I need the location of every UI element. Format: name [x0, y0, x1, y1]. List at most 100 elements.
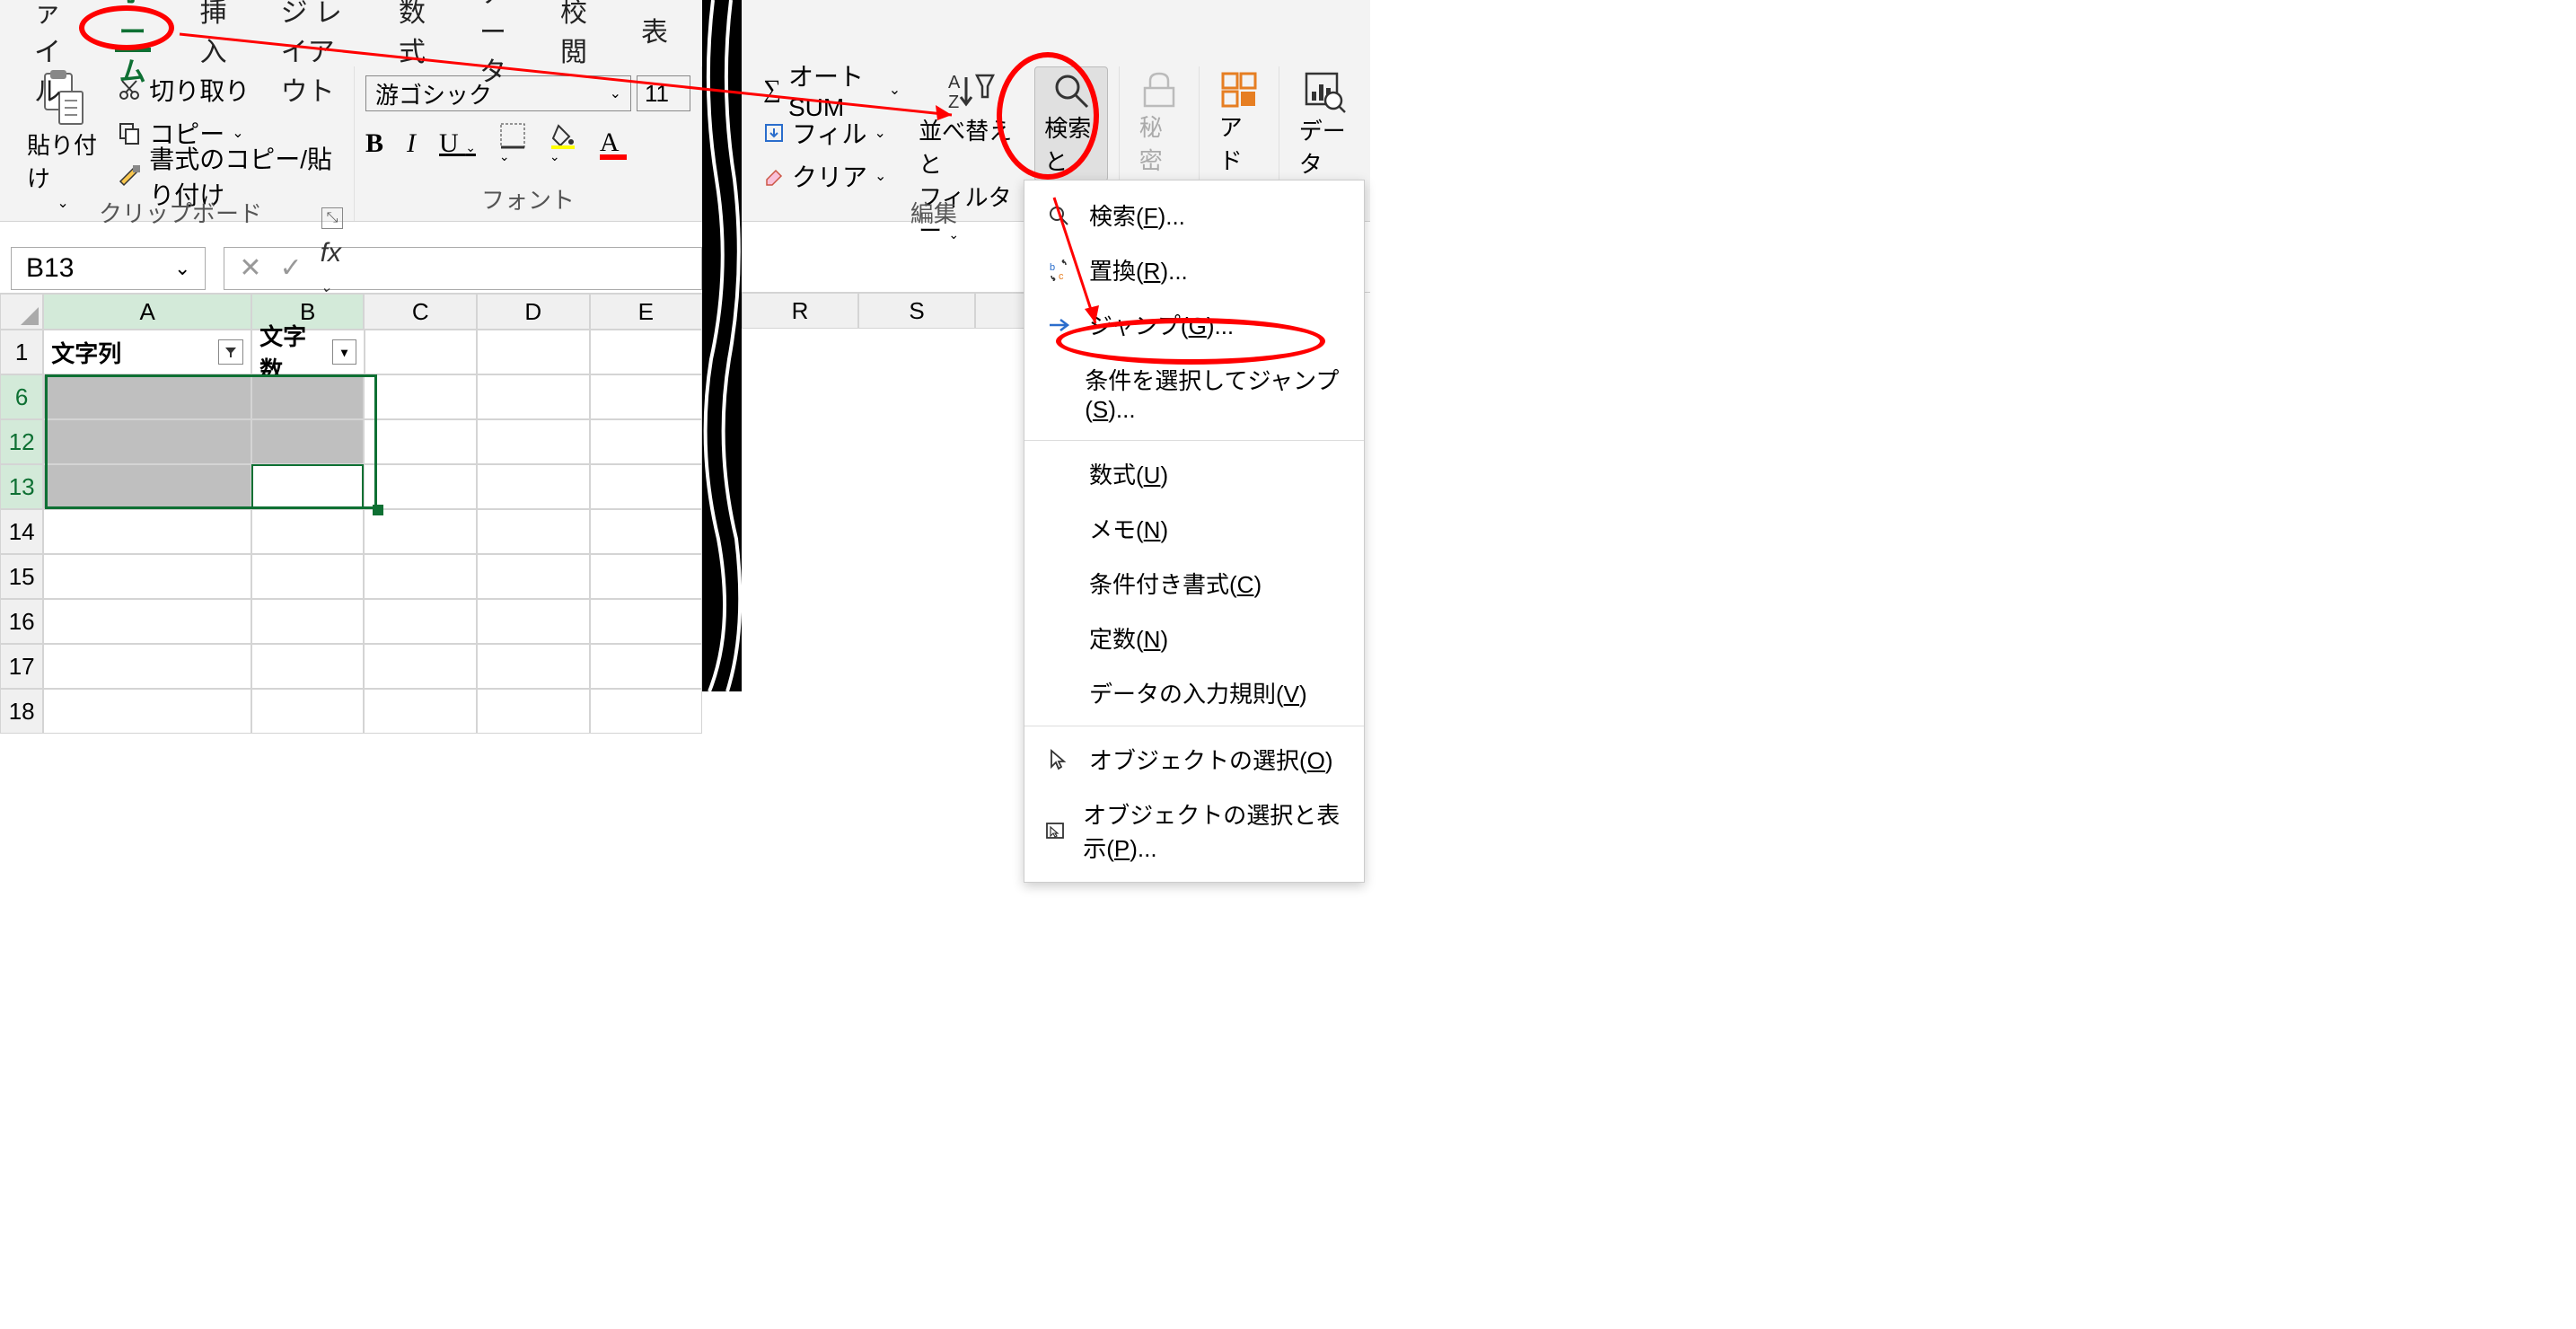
- cell-D14[interactable]: [477, 509, 590, 554]
- format-painter-button[interactable]: 書式のコピー/貼り付け: [113, 156, 343, 196]
- fill-button[interactable]: フィル ⌄: [760, 113, 904, 153]
- row-header-14[interactable]: 14: [0, 509, 43, 554]
- col-header-E[interactable]: E: [590, 294, 703, 330]
- col-header-C[interactable]: C: [364, 294, 477, 330]
- menu-replace[interactable]: bc 置換(R)...: [1024, 242, 1364, 297]
- worksheet-grid[interactable]: A B C D E 1 文字列 文字数 ▾ 6 12: [0, 294, 702, 734]
- col-header-S[interactable]: S: [858, 293, 975, 329]
- tab-data[interactable]: データ: [453, 0, 533, 59]
- cell-A16[interactable]: [43, 599, 251, 644]
- cell-D13[interactable]: [477, 464, 590, 509]
- font-size-combo[interactable]: 11: [637, 75, 690, 111]
- cell-C15[interactable]: [364, 554, 477, 599]
- menu-data-validation[interactable]: データの入力規則(V): [1024, 665, 1364, 720]
- col-header-A[interactable]: A: [43, 294, 251, 330]
- formula-input[interactable]: [356, 247, 702, 290]
- cell-A17[interactable]: [43, 644, 251, 689]
- name-box[interactable]: B13 ⌄: [11, 247, 206, 290]
- menu-selection-pane[interactable]: オブジェクトの選択と表示(P)...: [1024, 787, 1364, 875]
- cell-A15[interactable]: [43, 554, 251, 599]
- col-header-R[interactable]: R: [742, 293, 858, 329]
- cell-D12[interactable]: [477, 419, 590, 464]
- cell-A18[interactable]: [43, 689, 251, 734]
- menu-constants[interactable]: 定数(N): [1024, 611, 1364, 665]
- menu-goto[interactable]: ジャンプ(G)...: [1024, 297, 1364, 352]
- cell-D6[interactable]: [477, 374, 590, 419]
- cell-E1[interactable]: [590, 330, 702, 374]
- cell-A13[interactable]: [43, 464, 251, 509]
- cell-C13[interactable]: [364, 464, 477, 509]
- cell-E12[interactable]: [590, 419, 703, 464]
- cell-C18[interactable]: [364, 689, 477, 734]
- cell-A6[interactable]: [43, 374, 251, 419]
- cell-D15[interactable]: [477, 554, 590, 599]
- addins-button[interactable]: アド イン: [1210, 66, 1268, 181]
- fill-color-button[interactable]: ⌄: [549, 122, 576, 165]
- cell-B17[interactable]: [251, 644, 365, 689]
- menu-select-objects[interactable]: オブジェクトの選択(O): [1024, 732, 1364, 787]
- tab-formulas[interactable]: 数式: [372, 0, 453, 59]
- tab-pagelayout[interactable]: ページ レイアウト: [254, 0, 372, 59]
- cell-E17[interactable]: [590, 644, 703, 689]
- cancel-icon[interactable]: ✕: [239, 252, 261, 284]
- cell-E18[interactable]: [590, 689, 703, 734]
- tab-review[interactable]: 校閲: [533, 0, 614, 59]
- menu-goto-special[interactable]: 条件を選択してジャンプ(S)...: [1024, 352, 1364, 435]
- cell-B14[interactable]: [251, 509, 365, 554]
- cell-B13[interactable]: [251, 464, 365, 509]
- row-header-16[interactable]: 16: [0, 599, 43, 644]
- autosum-button[interactable]: ∑ オート SUM ⌄: [760, 70, 904, 110]
- cell-B18[interactable]: [251, 689, 365, 734]
- cell-E15[interactable]: [590, 554, 703, 599]
- cell-E14[interactable]: [590, 509, 703, 554]
- cell-B15[interactable]: [251, 554, 365, 599]
- selection-handle[interactable]: [373, 505, 383, 515]
- col-header-D[interactable]: D: [477, 294, 590, 330]
- row-header-6[interactable]: 6: [0, 374, 43, 419]
- cell-E16[interactable]: [590, 599, 703, 644]
- cell-D17[interactable]: [477, 644, 590, 689]
- cell-A12[interactable]: [43, 419, 251, 464]
- tab-insert[interactable]: 挿入: [173, 0, 254, 59]
- row-header-12[interactable]: 12: [0, 419, 43, 464]
- filter-dropdown-icon[interactable]: ▾: [332, 339, 356, 365]
- tab-home[interactable]: ホーム: [92, 0, 173, 59]
- cell-C1[interactable]: [365, 330, 477, 374]
- cell-B12[interactable]: [251, 419, 365, 464]
- cell-D1[interactable]: [477, 330, 589, 374]
- bold-button[interactable]: B: [365, 128, 383, 159]
- tab-file[interactable]: ファイル: [7, 0, 92, 59]
- cell-B1[interactable]: 文字数 ▾: [251, 330, 365, 374]
- row-header-13[interactable]: 13: [0, 464, 43, 509]
- underline-button[interactable]: U ⌄: [439, 128, 476, 159]
- border-button[interactable]: ⌄: [499, 122, 526, 165]
- cell-C6[interactable]: [364, 374, 477, 419]
- menu-notes[interactable]: メモ(N): [1024, 501, 1364, 556]
- cell-E13[interactable]: [590, 464, 703, 509]
- cell-C12[interactable]: [364, 419, 477, 464]
- dialog-launcher-icon[interactable]: ⤡: [321, 207, 343, 229]
- cell-E6[interactable]: [590, 374, 703, 419]
- cell-D16[interactable]: [477, 599, 590, 644]
- cell-C14[interactable]: [364, 509, 477, 554]
- cell-D18[interactable]: [477, 689, 590, 734]
- font-color-button[interactable]: A: [600, 128, 627, 160]
- cell-A14[interactable]: [43, 509, 251, 554]
- cell-A1[interactable]: 文字列: [43, 330, 251, 374]
- find-select-button[interactable]: 検索と 選択 ⌄: [1034, 66, 1107, 181]
- sort-filter-button[interactable]: A Z 並べ替えと フィルター ⌄: [910, 66, 1029, 181]
- clear-button[interactable]: クリア ⌄: [760, 156, 904, 196]
- tab-view[interactable]: 表: [614, 0, 695, 59]
- fx-icon[interactable]: fx ⌄: [321, 238, 341, 299]
- enter-icon[interactable]: ✓: [280, 252, 303, 284]
- italic-button[interactable]: I: [407, 128, 416, 159]
- sensitivity-button[interactable]: 秘密 度 ⌄: [1130, 66, 1188, 181]
- select-all-button[interactable]: [0, 294, 43, 330]
- data-analysis-button[interactable]: データ 分析: [1290, 66, 1359, 181]
- filter-icon[interactable]: [218, 339, 243, 365]
- menu-formulas[interactable]: 数式(U): [1024, 446, 1364, 501]
- row-header-17[interactable]: 17: [0, 644, 43, 689]
- row-header-1[interactable]: 1: [0, 330, 43, 374]
- menu-conditional-formatting[interactable]: 条件付き書式(C): [1024, 556, 1364, 611]
- cell-C16[interactable]: [364, 599, 477, 644]
